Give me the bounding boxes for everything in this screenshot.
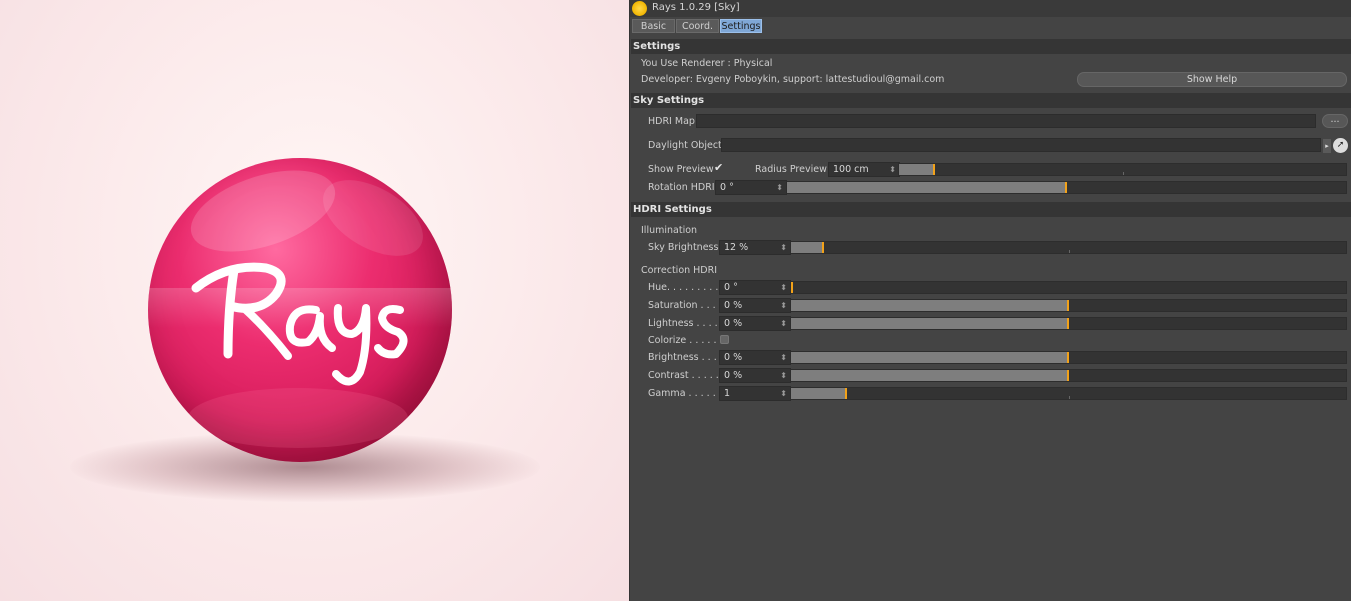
link-arrow-icon[interactable]: ▸ [1323,139,1331,153]
sky-settings-section-header[interactable]: Sky Settings [631,93,1351,108]
hue-input[interactable]: 0 ° ⬍ [719,280,791,295]
spinner-icon[interactable]: ⬍ [780,317,787,330]
pink-sphere [148,158,452,462]
saturation-slider[interactable] [790,299,1347,312]
renderer-text: You Use Renderer : Physical [641,58,773,69]
panel-title: Rays 1.0.29 [Sky] [652,2,740,13]
brightness-value: 0 % [724,352,743,363]
render-viewport [0,0,629,601]
tab-settings[interactable]: Settings [720,19,762,33]
brightness-input[interactable]: 0 % ⬍ [719,350,791,365]
colorize-checkbox[interactable] [720,335,729,344]
sky-brightness-slider[interactable] [790,241,1347,254]
spinner-icon[interactable]: ⬍ [780,351,787,364]
tab-coord[interactable]: Coord. [676,19,719,33]
gamma-input[interactable]: 1 ⬍ [719,386,791,401]
lightness-input[interactable]: 0 % ⬍ [719,316,791,331]
panel-titlebar: Rays 1.0.29 [Sky] [630,0,1351,17]
show-preview-checkbox[interactable]: ✔ [714,161,723,174]
hdri-map-label: HDRI Map [648,116,695,127]
slider-fill [791,282,793,293]
saturation-input[interactable]: 0 % ⬍ [719,298,791,313]
slider-fill [791,300,1069,311]
spinner-icon[interactable]: ⬍ [780,369,787,382]
contrast-slider[interactable] [790,369,1347,382]
lightness-slider[interactable] [790,317,1347,330]
contrast-label: Contrast . . . . . . [648,370,725,381]
slider-fill [791,388,847,399]
hdri-browse-button[interactable]: ... [1322,114,1348,128]
lightness-label: Lightness . . . . . [648,318,724,329]
lightness-value: 0 % [724,318,743,329]
hdri-settings-section-header[interactable]: HDRI Settings [631,202,1351,217]
object-picker-icon[interactable]: ➚ [1333,138,1348,153]
sky-brightness-value: 12 % [724,242,749,253]
slider-fill [791,318,1069,329]
radius-preview-label: Radius Preview [755,164,827,175]
rotation-hdri-slider[interactable] [786,181,1347,194]
gamma-value: 1 [724,388,731,399]
spinner-icon[interactable]: ⬍ [780,281,787,294]
sky-brightness-input[interactable]: 12 % ⬍ [719,240,791,255]
show-preview-label: Show Preview [648,164,714,175]
slider-tick [1068,396,1070,399]
daylight-object-label: Daylight Object [648,140,722,151]
saturation-value: 0 % [724,300,743,311]
rotation-hdri-label: Rotation HDRI [648,182,715,193]
radius-preview-input[interactable]: 100 cm ⬍ [828,162,900,177]
slider-fill [787,182,1067,193]
hue-slider[interactable] [790,281,1347,294]
spinner-icon[interactable]: ⬍ [776,181,783,194]
spinner-icon[interactable]: ⬍ [889,163,896,176]
spinner-icon[interactable]: ⬍ [780,241,787,254]
slider-tick [1122,172,1124,175]
tab-basic[interactable]: Basic [632,19,675,33]
developer-text: Developer: Evgeny Poboykin, support: lat… [641,74,945,85]
correction-hdri-label: Correction HDRI [641,265,718,276]
spinner-icon[interactable]: ⬍ [780,387,787,400]
radius-preview-slider[interactable] [898,163,1347,176]
sky-brightness-label: Sky Brightness [648,242,719,253]
slider-fill [791,370,1069,381]
gamma-label: Gamma . . . . . . [648,388,722,399]
rays-logo [191,262,408,386]
slider-fill [791,352,1069,363]
slider-fill [899,164,935,175]
radius-preview-value: 100 cm [833,164,869,175]
rotation-hdri-input[interactable]: 0 ° ⬍ [715,180,787,195]
brightness-slider[interactable] [790,351,1347,364]
contrast-input[interactable]: 0 % ⬍ [719,368,791,383]
settings-section-header[interactable]: Settings [631,39,1351,54]
slider-fill [791,242,825,253]
rays-app-icon [632,1,647,16]
daylight-object-field[interactable] [721,138,1321,152]
rotation-hdri-value: 0 ° [720,182,734,193]
slider-tick [1068,250,1070,253]
illumination-label: Illumination [641,225,698,236]
hdri-map-field[interactable] [696,114,1316,128]
contrast-value: 0 % [724,370,743,381]
spinner-icon[interactable]: ⬍ [780,299,787,312]
saturation-label: Saturation . . . . [648,300,722,311]
gamma-slider[interactable] [790,387,1347,400]
brightness-label: Brightness . . . . [648,352,723,363]
attributes-panel: Rays 1.0.29 [Sky] Basic Coord. Settings … [629,0,1351,601]
colorize-label: Colorize . . . . . . [648,335,723,346]
show-help-button[interactable]: Show Help [1077,72,1347,87]
hue-label: Hue. . . . . . . . . . [648,282,725,293]
hue-value: 0 ° [724,282,738,293]
